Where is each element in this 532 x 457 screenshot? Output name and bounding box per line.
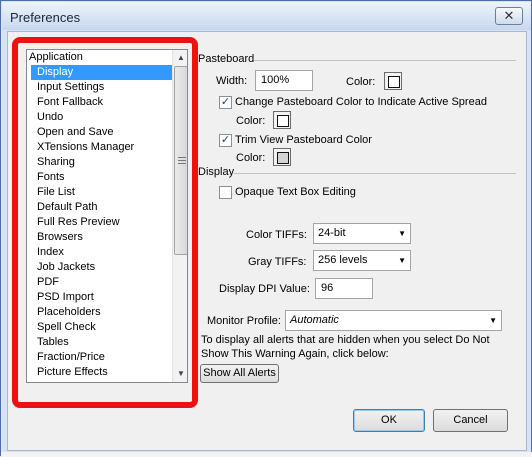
monitor-profile-value: Automatic xyxy=(290,314,339,326)
trim-view-checkbox[interactable]: ✓ xyxy=(219,134,232,147)
opaque-text-box-label: Opaque Text Box Editing xyxy=(235,186,356,198)
monitor-profile-label: Monitor Profile: xyxy=(207,315,281,327)
opaque-text-box-checkbox[interactable] xyxy=(219,186,232,199)
width-label: Width: xyxy=(216,75,248,87)
title-bar[interactable]: Preferences ✕ xyxy=(2,2,531,30)
gray-tiffs-dropdown[interactable]: 256 levels ▼ xyxy=(313,250,411,271)
color-tiffs-label: Color TIFFs: xyxy=(246,229,307,241)
dpi-field[interactable]: 96 xyxy=(315,278,373,299)
display-divider xyxy=(234,173,516,174)
cancel-button[interactable]: Cancel xyxy=(433,409,508,432)
alerts-info-line2: Show This Warning Again, click below: xyxy=(201,348,389,360)
highlight-annotation xyxy=(12,37,198,408)
change-color-label: Change Pasteboard Color to Indicate Acti… xyxy=(235,96,487,108)
pasteboard-divider xyxy=(254,60,516,61)
color-tiffs-dropdown[interactable]: 24-bit ▼ xyxy=(313,223,411,244)
show-all-alerts-button[interactable]: Show All Alerts xyxy=(200,364,279,383)
pasteboard-color-swatch[interactable] xyxy=(384,72,402,90)
dpi-label: Display DPI Value: xyxy=(219,283,310,295)
change-color-checkbox[interactable]: ✓ xyxy=(219,96,232,109)
color-tiffs-value: 24-bit xyxy=(318,227,346,239)
width-field[interactable]: 100% xyxy=(255,70,313,91)
chevron-down-icon: ▼ xyxy=(398,229,406,238)
alerts-info-line1: To display all alerts that are hidden wh… xyxy=(201,334,490,346)
gray-tiffs-label: Gray TIFFs: xyxy=(248,256,307,268)
active-spread-color-label: Color: xyxy=(236,115,266,127)
monitor-profile-dropdown[interactable]: Automatic ▼ xyxy=(285,310,502,331)
display-section-label: Display xyxy=(198,166,235,178)
ok-button[interactable]: OK xyxy=(353,409,425,432)
trim-view-label: Trim View Pasteboard Color xyxy=(235,134,372,146)
trim-view-color-label: Color: xyxy=(236,152,266,164)
trim-view-color-swatch[interactable] xyxy=(273,148,291,166)
chevron-down-icon: ▼ xyxy=(398,256,406,265)
pasteboard-section-label: Pasteboard xyxy=(198,53,255,65)
active-spread-color-swatch[interactable] xyxy=(273,111,291,129)
chevron-down-icon: ▼ xyxy=(489,316,497,325)
bottom-edge xyxy=(1,452,532,457)
pasteboard-color-label: Color: xyxy=(346,76,376,88)
close-button[interactable]: ✕ xyxy=(495,7,523,25)
window-title: Preferences xyxy=(10,10,81,25)
gray-tiffs-value: 256 levels xyxy=(318,254,368,266)
